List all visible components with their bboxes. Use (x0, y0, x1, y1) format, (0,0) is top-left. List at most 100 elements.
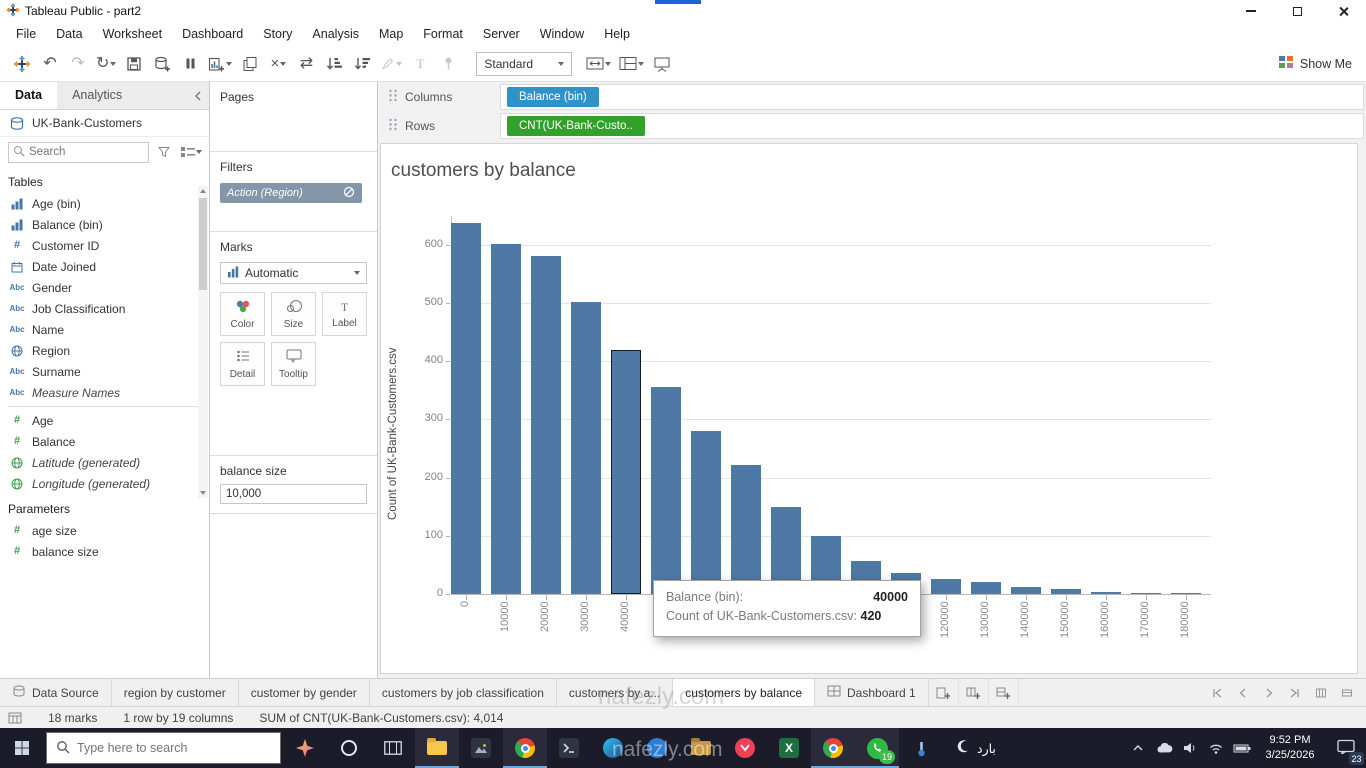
menu-server[interactable]: Server (473, 22, 530, 46)
taskbar-search[interactable] (46, 732, 281, 764)
bar-10000[interactable] (491, 244, 521, 594)
parameter-value-input[interactable] (220, 484, 367, 504)
file-explorer-icon[interactable] (415, 728, 459, 768)
sort-ascending-icon[interactable] (322, 51, 346, 77)
field-latitude-generated[interactable]: Latitude (generated) (0, 452, 209, 473)
menu-format[interactable]: Format (413, 22, 473, 46)
tableau-logo-icon[interactable] (10, 51, 34, 77)
chrome-profile-2-icon[interactable] (811, 728, 855, 768)
bar-30000[interactable] (571, 302, 601, 594)
new-worksheet-icon[interactable] (206, 51, 234, 77)
bar-140000[interactable] (1011, 587, 1041, 594)
files-app-icon[interactable] (679, 728, 723, 768)
clear-sheet-icon[interactable]: × (266, 51, 290, 77)
show-mark-labels-icon[interactable]: T (408, 51, 432, 77)
menu-dashboard[interactable]: Dashboard (172, 22, 253, 46)
rows-shelf[interactable]: CNT(UK-Bank-Custo.. (500, 113, 1364, 139)
bar-120000[interactable] (931, 579, 961, 594)
replay-icon[interactable]: ↻ (94, 51, 118, 77)
show-sheet-tabs-icon[interactable] (1338, 683, 1356, 703)
new-story-button[interactable] (989, 679, 1019, 706)
datasource-item[interactable]: UK-Bank-Customers (0, 110, 209, 137)
fix-axes-icon[interactable] (436, 51, 460, 77)
bar-50000[interactable] (651, 387, 681, 594)
duplicate-icon[interactable] (238, 51, 262, 77)
whatsapp-icon[interactable]: 19 (855, 728, 899, 768)
marks-button-color[interactable]: Color (220, 292, 265, 336)
menu-story[interactable]: Story (253, 22, 302, 46)
thermometer-icon[interactable] (899, 728, 943, 768)
swap-axes-icon[interactable]: ⇄ (294, 51, 318, 77)
filter-pill[interactable]: Action (Region) (220, 183, 362, 203)
bar-70000[interactable] (731, 465, 761, 594)
taskbar-clock[interactable]: 9:52 PM 3/25/2026 (1254, 733, 1326, 763)
undo-icon[interactable]: ↶ (38, 51, 62, 77)
fields-scrollbar[interactable] (198, 186, 208, 498)
menu-window[interactable]: Window (530, 22, 594, 46)
field-job-classification[interactable]: Abc Job Classification (0, 298, 209, 319)
new-data-source-icon[interactable] (150, 51, 174, 77)
onedrive-icon[interactable] (1152, 728, 1176, 768)
weather-widget[interactable]: بارد (943, 728, 1008, 768)
pill-balance-bin[interactable]: Balance (bin) (507, 87, 599, 107)
field-customer-id[interactable]: # Customer ID (0, 235, 209, 256)
bar-0[interactable] (451, 223, 481, 594)
parameter-age-size[interactable]: # age size (0, 520, 209, 541)
close-button[interactable] (1320, 0, 1366, 22)
bar-130000[interactable] (971, 582, 1001, 594)
show-me-button[interactable]: Show Me (1278, 55, 1352, 72)
sheet-tab-region-by-customer[interactable]: region by customer (112, 679, 239, 706)
field-longitude-generated[interactable]: Longitude (generated) (0, 473, 209, 494)
marks-button-tooltip[interactable]: Tooltip (271, 342, 316, 386)
sort-descending-icon[interactable] (350, 51, 374, 77)
field-region[interactable]: Region (0, 340, 209, 361)
menu-data[interactable]: Data (46, 22, 92, 46)
show-hide-cards-icon[interactable] (617, 51, 646, 77)
field-name[interactable]: Abc Name (0, 319, 209, 340)
show-filmstrip-icon[interactable] (1312, 683, 1330, 703)
menu-map[interactable]: Map (369, 22, 413, 46)
marks-button-detail[interactable]: Detail (220, 342, 265, 386)
search-input[interactable] (29, 146, 119, 158)
tab-nav-prev-icon[interactable] (1234, 683, 1252, 703)
highlight-icon[interactable] (378, 51, 404, 77)
scroll-up-icon[interactable] (200, 189, 206, 193)
task-view-icon[interactable] (371, 728, 415, 768)
presentation-mode-icon[interactable] (650, 51, 674, 77)
sheet-tab-dashboard-1[interactable]: Dashboard 1 (815, 679, 929, 706)
tab-data[interactable]: Data (0, 82, 58, 109)
blue-app-icon[interactable] (635, 728, 679, 768)
field-age-bin[interactable]: Age (bin) (0, 193, 209, 214)
marks-button-size[interactable]: Size (271, 292, 316, 336)
new-worksheet-button[interactable] (929, 679, 959, 706)
volume-icon[interactable] (1178, 728, 1202, 768)
field-measure-names[interactable]: Abc Measure Names (0, 382, 209, 403)
notification-center-button[interactable]: 23 (1326, 728, 1366, 768)
field-balance[interactable]: # Balance (0, 431, 209, 452)
bar-60000[interactable] (691, 431, 721, 594)
bar-180000[interactable] (1171, 593, 1201, 594)
console-icon[interactable] (547, 728, 591, 768)
marks-button-label[interactable]: T Label (322, 292, 367, 336)
chrome-icon[interactable] (503, 728, 547, 768)
pause-updates-icon[interactable] (178, 51, 202, 77)
field-gender[interactable]: Abc Gender (0, 277, 209, 298)
fields-search-box[interactable] (8, 141, 149, 163)
collapse-panel-icon[interactable] (187, 82, 209, 109)
tab-nav-first-icon[interactable] (1208, 683, 1226, 703)
pages-card[interactable]: Pages (210, 82, 377, 152)
filters-card[interactable]: Filters Action (Region) (210, 152, 377, 232)
maximize-button[interactable] (1274, 0, 1320, 22)
cortana-icon[interactable] (327, 728, 371, 768)
edge-icon[interactable] (591, 728, 635, 768)
redo-icon[interactable]: ↷ (66, 51, 90, 77)
menu-analysis[interactable]: Analysis (302, 22, 369, 46)
bar-170000[interactable] (1131, 593, 1161, 594)
network-icon[interactable] (1204, 728, 1228, 768)
battery-icon[interactable] (1230, 728, 1254, 768)
field-age[interactable]: # Age (0, 410, 209, 431)
view-options-icon[interactable] (179, 146, 203, 158)
scroll-down-icon[interactable] (200, 491, 206, 495)
new-dashboard-button[interactable] (959, 679, 989, 706)
scrollbar-thumb[interactable] (199, 198, 207, 290)
